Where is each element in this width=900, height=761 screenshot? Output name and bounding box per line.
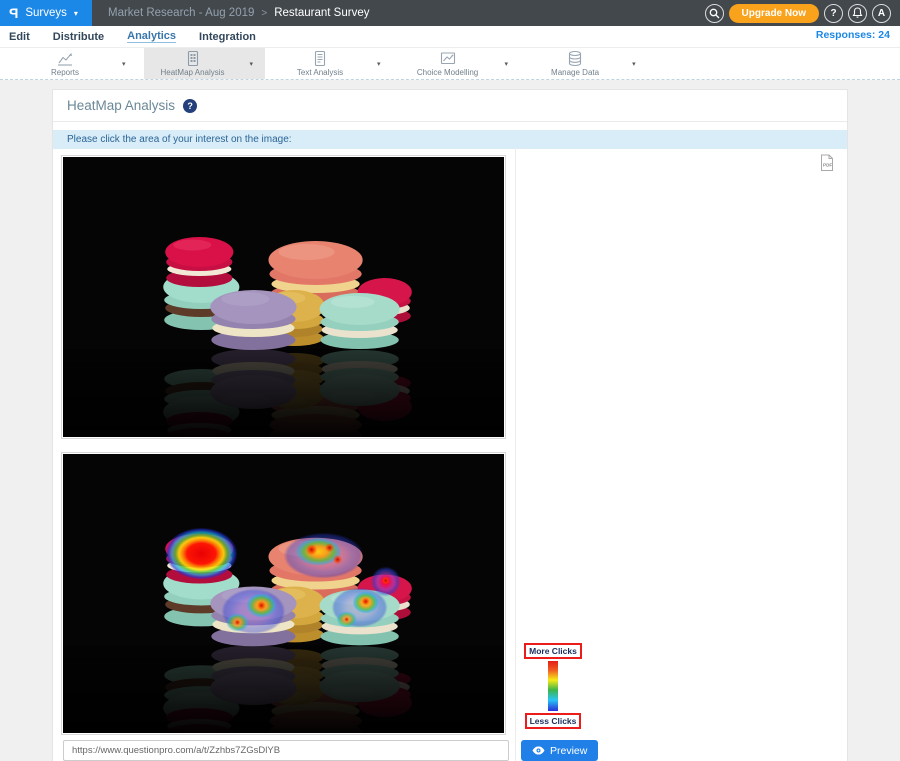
breadcrumb-parent[interactable]: Market Research - Aug 2019: [108, 7, 254, 19]
export-pdf-button[interactable]: PDF: [819, 154, 835, 177]
help-tooltip-icon[interactable]: ?: [183, 99, 197, 113]
chevron-down-icon[interactable]: ▾: [632, 60, 636, 68]
analytics-toolbar: Reports ▾ HeatMap Analysis ▾ Text Analys…: [0, 47, 900, 80]
toolbar-item-manage-data[interactable]: Manage Data ▾: [526, 48, 648, 79]
nav-item-distribute[interactable]: Distribute: [53, 31, 104, 43]
heat-scale-gradient: [548, 661, 558, 711]
avatar-letter: A: [878, 8, 885, 19]
column-divider: [515, 147, 516, 761]
top-bar: P Surveys ▾ Market Research - Aug 2019 >…: [0, 0, 900, 26]
macarons-heatmap: [63, 454, 504, 733]
survey-nav: Edit Distribute Analytics Integration Re…: [0, 26, 900, 47]
toolbar-item-heatmap-analysis[interactable]: HeatMap Analysis ▾: [144, 48, 266, 79]
toolbar-item-label: Choice Modelling: [417, 68, 478, 77]
nav-item-edit[interactable]: Edit: [9, 31, 30, 43]
instruction-text: Please click the area of your interest o…: [67, 134, 292, 145]
toolbar-item-label: Manage Data: [551, 68, 599, 77]
topbar-actions: Upgrade Now ? A: [705, 4, 900, 23]
page-title: HeatMap Analysis: [67, 98, 175, 113]
page-content: HeatMap Analysis ? Please click the area…: [0, 80, 900, 761]
chevron-down-icon: ▾: [74, 9, 78, 18]
toolbar-item-reports[interactable]: Reports ▾: [16, 48, 138, 79]
toolbar-item-text-analysis[interactable]: Text Analysis ▾: [271, 48, 393, 79]
surveys-menu-label: Surveys: [25, 7, 67, 19]
svg-text:PDF: PDF: [823, 163, 832, 168]
survey-image-original[interactable]: [61, 155, 506, 439]
macarons-photo: [63, 157, 504, 437]
nav-item-analytics[interactable]: Analytics: [127, 30, 176, 43]
instruction-banner: Please click the area of your interest o…: [53, 130, 847, 149]
text-document-icon: [311, 50, 329, 67]
help-button[interactable]: ?: [824, 4, 843, 23]
surveys-menu[interactable]: P Surveys ▾: [0, 0, 92, 26]
heatmap-analysis-panel: HeatMap Analysis ? Please click the area…: [52, 89, 848, 761]
eye-icon: [532, 746, 545, 755]
preview-button[interactable]: Preview: [521, 740, 598, 761]
breadcrumb-separator-icon: >: [261, 8, 267, 19]
account-avatar[interactable]: A: [872, 4, 891, 23]
upgrade-now-button[interactable]: Upgrade Now: [729, 4, 819, 23]
breadcrumb-current: Restaurant Survey: [274, 7, 369, 19]
bell-icon: [852, 7, 863, 19]
pdf-file-icon: PDF: [819, 154, 835, 172]
panel-header: HeatMap Analysis ?: [53, 90, 847, 122]
chevron-down-icon[interactable]: ▾: [377, 60, 381, 68]
search-button[interactable]: [705, 4, 724, 23]
notifications-button[interactable]: [848, 4, 867, 23]
database-icon: [566, 50, 584, 67]
toolbar-item-label: Text Analysis: [297, 68, 343, 77]
heatmap-document-icon: [184, 50, 202, 67]
questionpro-logo-icon: P: [9, 5, 18, 21]
survey-image-heatmap[interactable]: [61, 452, 506, 735]
breadcrumb: Market Research - Aug 2019 > Restaurant …: [108, 7, 369, 19]
line-chart-icon: [56, 50, 74, 67]
legend-more-clicks: More Clicks: [524, 643, 582, 659]
chevron-down-icon[interactable]: ▾: [505, 60, 509, 68]
toolbar-item-label: Reports: [51, 68, 79, 77]
toolbar-item-label: HeatMap Analysis: [161, 68, 225, 77]
chevron-down-icon[interactable]: ▾: [250, 60, 254, 68]
preview-button-label: Preview: [550, 745, 587, 757]
nav-item-integration[interactable]: Integration: [199, 31, 256, 43]
chart-frame-icon: [439, 50, 457, 67]
toolbar-item-choice-modelling[interactable]: Choice Modelling ▾: [399, 48, 521, 79]
search-icon: [709, 8, 720, 19]
heatmap-legend: More Clicks Less Clicks: [521, 643, 585, 729]
survey-url-input[interactable]: [63, 740, 509, 761]
question-mark-icon: ?: [830, 8, 836, 19]
chevron-down-icon[interactable]: ▾: [122, 60, 126, 68]
legend-less-clicks: Less Clicks: [525, 713, 582, 729]
responses-count[interactable]: Responses: 24: [816, 29, 890, 41]
